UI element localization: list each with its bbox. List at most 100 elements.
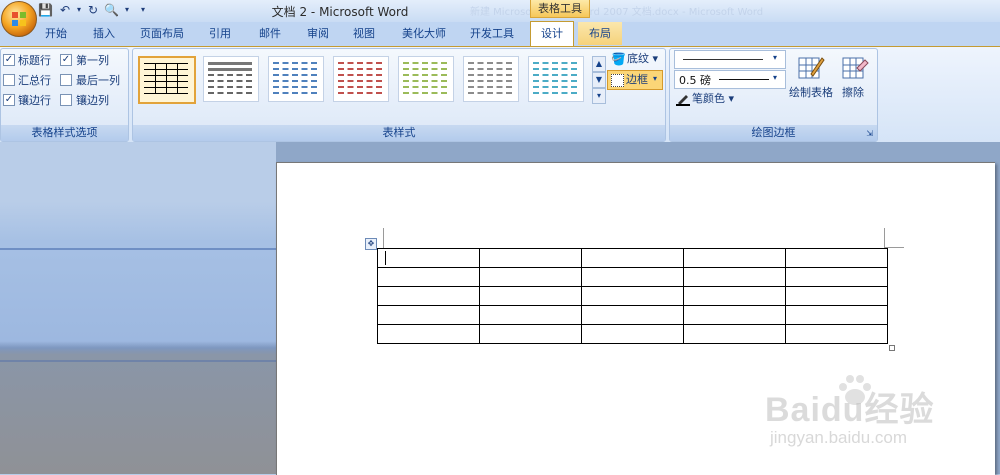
workspace-divider xyxy=(0,248,276,250)
table-row xyxy=(377,286,888,306)
table-cell[interactable] xyxy=(581,248,684,268)
erase-label: 擦除 xyxy=(842,86,864,99)
thumbnail-row-line xyxy=(273,92,317,94)
gallery-scroll-down-icon[interactable]: ▼ xyxy=(592,72,606,88)
borders-button[interactable]: 边框 ▾ xyxy=(607,70,663,90)
table-cell[interactable] xyxy=(479,248,582,268)
table-move-handle-icon[interactable]: ✥ xyxy=(365,238,377,250)
first-column-checkbox[interactable]: ✓ xyxy=(60,54,72,66)
table-style-thumbnail[interactable] xyxy=(203,56,259,102)
thumbnail-row-line xyxy=(273,68,317,70)
pen-color-button[interactable]: 笔颜色 ▾ xyxy=(692,90,734,108)
table-cell[interactable] xyxy=(785,324,888,344)
tab-review[interactable]: 审阅 xyxy=(298,22,338,45)
quick-access-more-icon[interactable]: ▾ xyxy=(120,3,134,17)
print-preview-icon[interactable]: 🔍 xyxy=(104,3,119,17)
table-style-thumbnail[interactable] xyxy=(268,56,324,102)
table-cell[interactable] xyxy=(581,305,684,325)
thumbnail-row-line xyxy=(338,74,382,76)
table-cell[interactable] xyxy=(377,286,480,306)
table-cell[interactable] xyxy=(581,286,684,306)
total-row-checkbox[interactable] xyxy=(3,74,15,86)
line-weight-dropdown[interactable]: 0.5 磅 ▾ xyxy=(674,70,786,89)
tab-design[interactable]: 设计 xyxy=(530,21,574,47)
thumbnail-row-line xyxy=(403,74,447,76)
table-cell[interactable] xyxy=(377,267,480,287)
table-cell[interactable] xyxy=(479,305,582,325)
tab-page-layout[interactable]: 页面布局 xyxy=(132,22,192,45)
thumbnail-row-line xyxy=(533,80,577,82)
tab-home[interactable]: 开始 xyxy=(36,22,76,45)
shading-bucket-icon: 🪣 xyxy=(611,52,626,66)
chevron-down-icon: ▾ xyxy=(773,73,778,82)
banded-rows-checkbox[interactable]: ✓ xyxy=(3,94,15,106)
checkbox-label: 第一列 xyxy=(76,54,109,67)
draw-table-label: 绘制表格 xyxy=(789,86,833,99)
tab-insert[interactable]: 插入 xyxy=(84,22,124,45)
table-cell[interactable] xyxy=(683,324,786,344)
tab-developer[interactable]: 开发工具 xyxy=(462,22,522,45)
thumbnail-row-line xyxy=(208,86,252,88)
context-tab-group-label: 表格工具 xyxy=(530,0,590,18)
table-style-thumbnail[interactable] xyxy=(398,56,454,102)
line-weight-value: 0.5 磅 xyxy=(679,74,711,87)
thumbnail-row-line xyxy=(273,62,317,64)
undo-dropdown-icon[interactable]: ▾ xyxy=(72,3,86,17)
borders-dropdown-icon[interactable]: ▾ xyxy=(653,74,657,83)
gallery-more-icon[interactable]: ▾ xyxy=(592,88,606,104)
table-cell[interactable] xyxy=(683,305,786,325)
tab-view[interactable]: 视图 xyxy=(344,22,384,45)
table-cell[interactable] xyxy=(785,248,888,268)
customize-toolbar-icon[interactable]: ▾ xyxy=(136,3,150,17)
table-style-thumbnail[interactable] xyxy=(528,56,584,102)
table-style-thumbnail[interactable] xyxy=(463,56,519,102)
save-icon[interactable]: 💾 xyxy=(38,3,53,17)
table-cell[interactable] xyxy=(581,267,684,287)
table-cell[interactable] xyxy=(581,324,684,344)
gallery-scroll-up-icon[interactable]: ▲ xyxy=(592,56,606,72)
thumbnail-row-line xyxy=(208,68,252,71)
table-resize-handle[interactable] xyxy=(889,345,895,351)
table-cell[interactable] xyxy=(479,324,582,344)
draw-table-button[interactable]: 绘制表格 xyxy=(789,52,835,102)
table-style-thumbnail[interactable] xyxy=(333,56,389,102)
thumbnail-row-line xyxy=(468,86,512,88)
tab-mailings[interactable]: 邮件 xyxy=(250,22,290,45)
table-cell[interactable] xyxy=(479,286,582,306)
thumbnail-row-line xyxy=(273,86,317,88)
office-button[interactable] xyxy=(1,1,37,37)
table-cell[interactable] xyxy=(683,248,786,268)
redo-icon[interactable]: ↻ xyxy=(86,3,100,17)
header-row-checkbox[interactable]: ✓ xyxy=(3,54,15,66)
table-style-thumbnail[interactable] xyxy=(138,56,196,104)
thumbnail-row-line xyxy=(533,62,577,64)
table-cell[interactable] xyxy=(377,248,480,268)
table-row xyxy=(377,324,888,344)
checkbox-label: 汇总行 xyxy=(18,74,51,87)
draw-table-icon xyxy=(798,57,825,79)
thumbnail-col-line xyxy=(155,63,156,94)
table-cell[interactable] xyxy=(479,267,582,287)
last-column-checkbox[interactable] xyxy=(60,74,72,86)
table-cell[interactable] xyxy=(377,305,480,325)
erase-button[interactable]: 擦除 xyxy=(838,52,872,102)
dialog-launcher-icon[interactable]: ⇲ xyxy=(866,129,873,138)
group-label: 表格样式选项 xyxy=(1,125,128,141)
undo-icon[interactable]: ↶ xyxy=(58,3,72,17)
table-cell[interactable] xyxy=(785,267,888,287)
group-label: 绘图边框 xyxy=(670,125,877,141)
tab-layout[interactable]: 布局 xyxy=(578,22,622,45)
document-table[interactable] xyxy=(377,248,888,344)
tab-references[interactable]: 引用 xyxy=(200,22,240,45)
table-cell[interactable] xyxy=(785,305,888,325)
table-cell[interactable] xyxy=(683,286,786,306)
table-cell[interactable] xyxy=(785,286,888,306)
shading-button[interactable]: 底纹 ▾ xyxy=(627,50,658,68)
thumbnail-row-line xyxy=(468,62,512,64)
table-cell[interactable] xyxy=(683,267,786,287)
checkbox-label: 最后一列 xyxy=(76,74,120,87)
line-style-dropdown[interactable]: ▾ xyxy=(674,50,786,69)
table-cell[interactable] xyxy=(377,324,480,344)
banded-columns-checkbox[interactable] xyxy=(60,94,72,106)
tab-beautify-master[interactable]: 美化大师 xyxy=(394,22,454,45)
